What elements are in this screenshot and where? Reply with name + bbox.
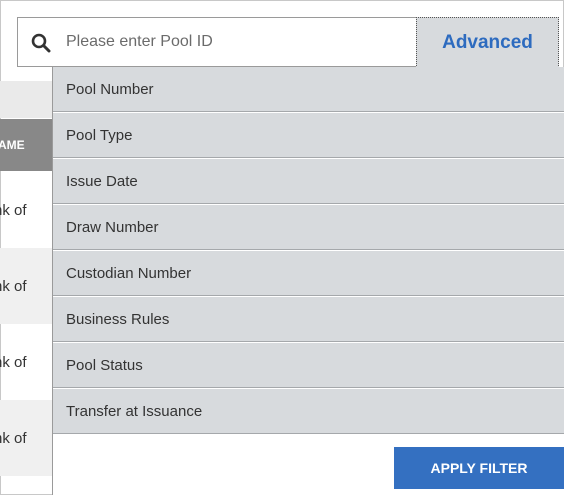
filter-item-pool-number[interactable]: Pool Number (53, 67, 564, 112)
table-cell-issuer: nk of (0, 353, 27, 371)
table-header-label: AME (0, 138, 25, 152)
filter-item-issue-date[interactable]: Issue Date (53, 159, 564, 204)
filter-item-label: Draw Number (66, 218, 159, 236)
filter-item-draw-number[interactable]: Draw Number (53, 205, 564, 250)
filter-item-label: Pool Number (66, 80, 154, 98)
pool-id-search-input[interactable] (66, 28, 406, 56)
filter-item-pool-status[interactable]: Pool Status (53, 343, 564, 388)
search-icon (31, 33, 51, 53)
filter-item-label: Business Rules (66, 310, 170, 328)
table-row[interactable]: nk of (0, 324, 56, 400)
table-row[interactable]: nk of (0, 172, 56, 248)
advanced-search-button[interactable]: Advanced (416, 17, 559, 68)
filter-item-label: Pool Type (66, 126, 133, 144)
apply-filter-label: APPLY FILTER (430, 460, 528, 476)
table-header-name[interactable]: AME (0, 119, 56, 171)
pool-table: AME nk of nk of nk of nk of (0, 81, 56, 495)
filter-item-label: Issue Date (66, 172, 138, 190)
table-cell-issuer: nk of (0, 429, 27, 447)
table-cell-issuer: nk of (0, 201, 27, 219)
apply-filter-button[interactable]: APPLY FILTER (394, 447, 564, 489)
filter-item-transfer-at-issuance[interactable]: Transfer at Issuance (53, 389, 564, 434)
table-row[interactable]: nk of (0, 248, 56, 324)
table-cell-issuer: nk of (0, 277, 27, 295)
filter-item-label: Custodian Number (66, 264, 192, 282)
filter-item-pool-type[interactable]: Pool Type (53, 113, 564, 158)
search-box (17, 17, 417, 67)
table-toolbar-row (0, 81, 56, 118)
advanced-filter-dropdown: Pool Number Pool Type Issue Date Draw Nu… (52, 67, 564, 495)
filter-item-custodian-number[interactable]: Custodian Number (53, 251, 564, 296)
advanced-button-label: Advanced (442, 32, 533, 53)
table-row[interactable]: nk of (0, 400, 56, 476)
filter-item-label: Transfer at Issuance (66, 402, 203, 420)
filter-item-business-rules[interactable]: Business Rules (53, 297, 564, 342)
filter-item-label: Pool Status (66, 356, 143, 374)
